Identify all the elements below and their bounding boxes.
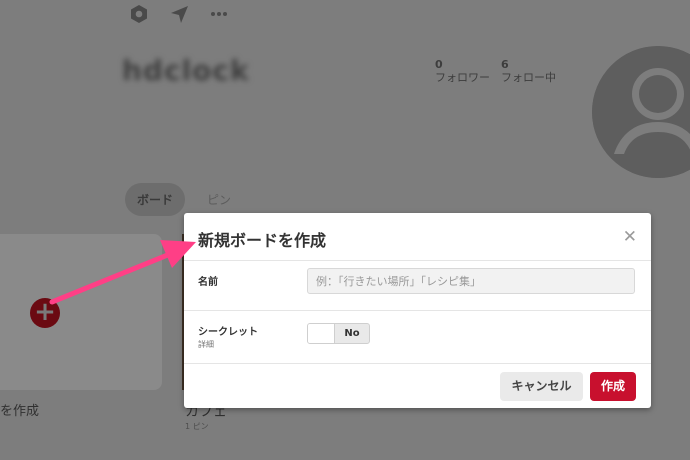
secret-row: シークレット 詳細 No — [184, 311, 651, 364]
name-label: 名前 — [198, 277, 218, 288]
create-board-card[interactable] — [0, 234, 162, 390]
create-board-plus-icon[interactable]: + — [30, 298, 60, 328]
followers-stat[interactable]: 0 フォロワー — [435, 58, 490, 84]
board-name-input[interactable] — [307, 268, 635, 294]
tab-boards[interactable]: ボード — [125, 183, 186, 216]
following-label: フォロー中 — [501, 71, 556, 84]
toggle-state-text: No — [344, 328, 360, 339]
secret-toggle[interactable]: No — [307, 323, 370, 344]
create-board-dialog: 新規ボードを作成 ✕ 名前 シークレット 詳細 No キャンセル 作成 — [184, 213, 651, 408]
profile-username: hdclock — [122, 54, 250, 87]
dialog-title: 新規ボードを作成 — [198, 231, 327, 250]
name-row: 名前 — [184, 261, 651, 311]
dialog-header: 新規ボードを作成 ✕ — [184, 213, 651, 261]
following-stat[interactable]: 6 フォロー中 — [501, 58, 556, 84]
profile-tabs: ボード ピン — [125, 183, 243, 216]
ellipsis-icon[interactable] — [208, 3, 230, 25]
paper-plane-icon[interactable] — [168, 3, 190, 25]
tab-pins[interactable]: ピン — [195, 183, 243, 216]
profile-actions — [128, 3, 230, 25]
followers-label: フォロワー — [435, 71, 490, 84]
secret-label: シークレット — [198, 327, 258, 338]
toggle-knob — [308, 324, 335, 343]
board-pin-count: 1 ピン — [185, 422, 209, 431]
secret-details-link[interactable]: 詳細 — [198, 339, 214, 350]
close-icon[interactable]: ✕ — [623, 228, 637, 246]
following-count: 6 — [501, 58, 509, 71]
followers-count: 0 — [435, 58, 443, 71]
create-board-label: を作成 — [0, 404, 40, 419]
dialog-footer: キャンセル 作成 — [184, 364, 651, 408]
cancel-button[interactable]: キャンセル — [500, 372, 583, 401]
user-avatar-icon[interactable] — [592, 46, 690, 178]
create-button[interactable]: 作成 — [590, 372, 636, 401]
hexagon-gear-icon[interactable] — [128, 3, 150, 25]
